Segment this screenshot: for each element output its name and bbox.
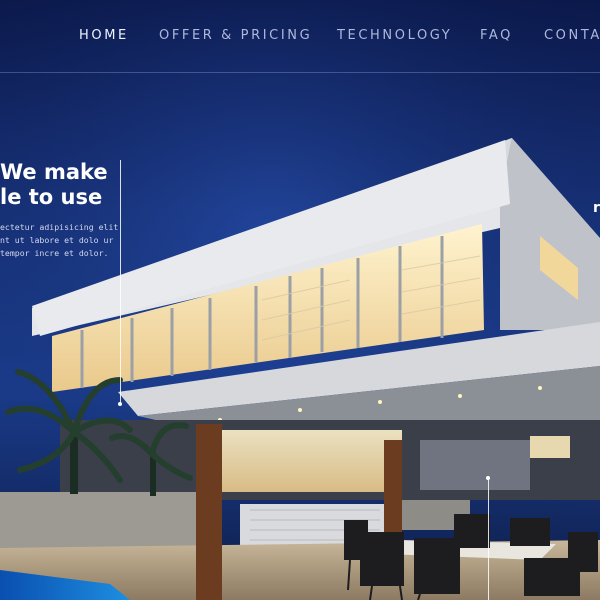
hero-right-text-fragment: r <box>593 200 600 216</box>
hero-description-line-3: tempor incre et dolor. <box>0 248 109 258</box>
hero-description: ectetur adipisicing elit nt ut labore et… <box>0 221 118 260</box>
hero-house-photo <box>0 0 600 600</box>
hero-title: We make le to use <box>0 160 108 210</box>
hotspot-dot-right[interactable] <box>486 476 490 480</box>
hero-description-line-1: ectetur adipisicing elit <box>0 222 119 232</box>
hotspot-dot-left[interactable] <box>118 402 122 406</box>
hotspot-line-left <box>120 160 121 404</box>
nav-item-offer-pricing[interactable]: OFFER & PRICING <box>159 28 312 43</box>
nav-item-home[interactable]: HOME <box>79 28 129 43</box>
hero-title-line-1: We make <box>0 160 108 184</box>
nav-item-technology[interactable]: TECHNOLOGY <box>337 28 452 43</box>
hero-title-line-2: le to use <box>0 185 103 209</box>
nav-item-faq[interactable]: FAQ <box>480 28 513 43</box>
hero-description-line-2: nt ut labore et dolo ur <box>0 235 114 245</box>
hotspot-line-right <box>488 478 489 600</box>
nav-item-contact[interactable]: CONTA <box>544 28 600 43</box>
top-navigation: HOME OFFER & PRICING TECHNOLOGY FAQ CONT… <box>0 0 600 73</box>
